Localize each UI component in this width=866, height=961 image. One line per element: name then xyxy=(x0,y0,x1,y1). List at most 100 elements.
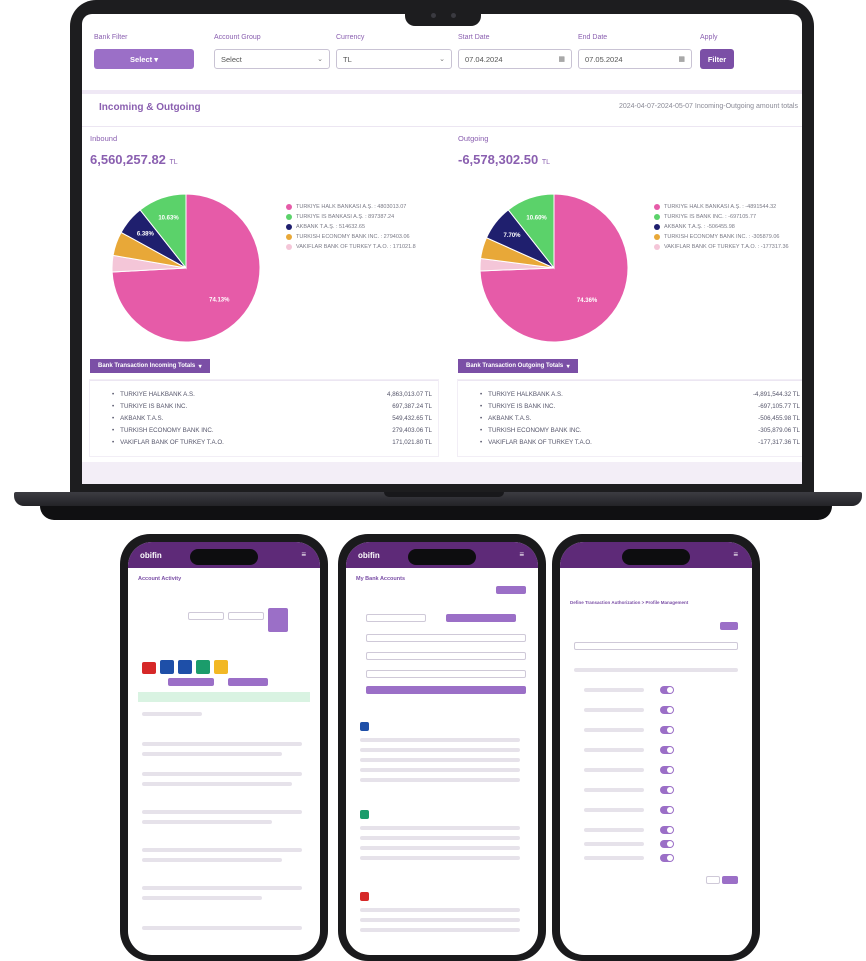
inbound-label: Inbound xyxy=(90,134,118,143)
section-header: Incoming & Outgoing 2024-04-07-2024-05-0… xyxy=(82,98,802,120)
totals-row: VAKIFLAR BANK OF TURKEY T.A.O. -177,317.3… xyxy=(480,439,800,446)
pie-slice-label: 6.38% xyxy=(137,232,155,238)
section-title: Incoming & Outgoing xyxy=(99,102,201,113)
inbound-totals-tab[interactable]: Bank Transaction Incoming Totals ▾ xyxy=(90,359,210,373)
legend-label: TURKIYE HALK BANKASI A.Ş. : -4891544.32 xyxy=(664,204,777,210)
legend-swatch xyxy=(286,214,292,220)
bank-name: AKBANK T.A.S. xyxy=(480,415,531,422)
bank-name: VAKIFLAR BANK OF TURKEY T.A.O. xyxy=(112,439,224,446)
pie-slice-label: 74.36% xyxy=(577,298,598,304)
legend-item[interactable]: TURKIYE IS BANK INC. : -697105.77 xyxy=(654,212,802,222)
legend-swatch xyxy=(654,214,660,220)
phone3-title: Define Transaction Authorization > Profi… xyxy=(570,600,689,605)
legend-item[interactable]: TURKIYE HALK BANKASI A.Ş. : -4891544.32 xyxy=(654,202,802,212)
currency-select[interactable]: TL ⌄ xyxy=(336,49,452,69)
phone-account-activity: obifin ≡ Account Activity xyxy=(120,534,328,961)
calendar-icon[interactable]: ▦ xyxy=(558,55,565,63)
start-date-input[interactable]: 07.04.2024 ▦ xyxy=(458,49,572,69)
legend-item[interactable]: TURKISH ECONOMY BANK INC. : 279403.06 xyxy=(286,232,446,242)
divider xyxy=(82,126,802,127)
end-date-input[interactable]: 07.05.2024 ▦ xyxy=(578,49,692,69)
inbound-total: 6,560,257.82 TL xyxy=(90,152,178,167)
totals-row: VAKIFLAR BANK OF TURKEY T.A.O. 171,021.80… xyxy=(112,439,432,446)
outgoing-label: Outgoing xyxy=(458,134,489,143)
legend-item[interactable]: VAKIFLAR BANK OF TURKEY T.A.O. : 171021.… xyxy=(286,242,446,252)
currency-label: Currency xyxy=(336,34,365,41)
pie-slice-label: 10.63% xyxy=(158,216,179,222)
end-date-label: End Date xyxy=(578,34,608,41)
hamburger-icon[interactable]: ≡ xyxy=(733,550,738,559)
totals-row: AKBANK T.A.S. -506,455.98 TL xyxy=(480,415,800,422)
legend-item[interactable]: AKBANK T.A.Ş. : 514632.65 xyxy=(286,222,446,232)
account-group-select[interactable]: Select ⌄ xyxy=(214,49,330,69)
footer-strip xyxy=(82,462,802,484)
legend-swatch xyxy=(654,244,660,250)
caret-down-icon: ▾ xyxy=(566,363,570,370)
bank-name: TURKIYE IS BANK INC. xyxy=(480,403,555,410)
totals-row: TURKISH ECONOMY BANK INC. -305,879.06 TL xyxy=(480,427,800,434)
start-date-group: Start Date 07.04.2024 ▦ xyxy=(458,34,572,69)
apply-label: Apply xyxy=(700,34,718,41)
totals-row: TURKIYE HALKBANK A.S. -4,891,544.32 TL xyxy=(480,391,800,398)
outgoing-legend: TURKIYE HALK BANKASI A.Ş. : -4891544.32 T… xyxy=(654,202,802,252)
calendar-icon[interactable]: ▦ xyxy=(678,55,685,63)
bank-filter-button[interactable]: Select ▾ xyxy=(94,49,194,69)
section-range: 2024-04-07-2024-05-07 Incoming-Outgoing … xyxy=(618,103,798,110)
inbound-pie-chart: 74.13% 6.38% 10.63% xyxy=(111,193,261,343)
totals-row: AKBANK T.A.S. 549,432.65 TL xyxy=(112,415,432,422)
inbound-totals-list: TURKIYE HALKBANK A.S.4,863,013.07 TLTURK… xyxy=(90,380,438,456)
legend-label: VAKIFLAR BANK OF TURKEY T.A.O. : 171021.… xyxy=(296,244,416,250)
bank-name: TURKIYE HALKBANK A.S. xyxy=(112,391,195,398)
brand-logo: obifin xyxy=(358,551,380,560)
filter-bar: Bank Filter Select ▾ Account Group Selec… xyxy=(94,34,794,86)
hamburger-icon[interactable]: ≡ xyxy=(519,550,524,559)
phone2-title: My Bank Accounts xyxy=(356,576,406,582)
bank-name: VAKIFLAR BANK OF TURKEY T.A.O. xyxy=(480,439,592,446)
outgoing-pie-chart: 74.36% 7.70% 10.60% xyxy=(479,193,629,343)
pie-slice-label: 10.60% xyxy=(526,216,547,222)
totals-row: TURKIYE IS BANK INC. 697,387.24 TL xyxy=(112,403,432,410)
bank-name: AKBANK T.A.S. xyxy=(112,415,163,422)
pie-slice-label: 7.70% xyxy=(503,233,521,239)
start-date-label: Start Date xyxy=(458,34,490,41)
bank-amount: 4,863,013.07 TL xyxy=(387,391,432,398)
legend-item[interactable]: TURKIYE HALK BANKASI A.Ş. : 4803013.07 xyxy=(286,202,446,212)
bank-name: TURKIYE HALKBANK A.S. xyxy=(480,391,563,398)
bank-amount: 171,021.80 TL xyxy=(392,439,432,446)
legend-label: TURKIYE IS BANK INC. : -697105.77 xyxy=(664,214,757,220)
legend-label: VAKIFLAR BANK OF TURKEY T.A.O. : -177317… xyxy=(664,244,789,250)
account-group-group: Account Group Select ⌄ xyxy=(214,34,330,69)
bank-amount: -697,105.77 TL xyxy=(758,403,800,410)
bank-name: TURKISH ECONOMY BANK INC. xyxy=(480,427,581,434)
chevron-down-icon: ⌄ xyxy=(439,56,445,63)
apply-group: Apply Filter xyxy=(700,34,734,69)
bank-amount: 279,403.06 TL xyxy=(392,427,432,434)
bank-amount: -177,317.36 TL xyxy=(758,439,800,446)
legend-item[interactable]: TURKISH ECONOMY BANK INC. : -305879.06 xyxy=(654,232,802,242)
laptop-base xyxy=(14,492,862,506)
account-group-label: Account Group xyxy=(214,34,261,41)
inbound-panel: Inbound 6,560,257.82 TL 74.13% 6.38% 10.63… xyxy=(82,134,438,474)
legend-label: TURKIYE IS BANKASI A.Ş. : 897387.24 xyxy=(296,214,395,220)
bank-filter-group: Bank Filter Select ▾ xyxy=(94,34,194,69)
phone1-title: Account Activity xyxy=(138,576,182,582)
outgoing-panel: Outgoing -6,578,302.50 TL 74.36% 7.70% 10.… xyxy=(450,134,802,474)
legend-item[interactable]: TURKIYE IS BANKASI A.Ş. : 897387.24 xyxy=(286,212,446,222)
legend-item[interactable]: AKBANK T.A.Ş. : -506455.98 xyxy=(654,222,802,232)
outgoing-totals-tab[interactable]: Bank Transaction Outgoing Totals ▾ xyxy=(458,359,578,373)
section-divider xyxy=(82,90,802,94)
legend-label: TURKISH ECONOMY BANK INC. : -305879.06 xyxy=(664,234,780,240)
bank-amount: -4,891,544.32 TL xyxy=(752,391,800,398)
camera-notch xyxy=(405,6,481,26)
outgoing-total: -6,578,302.50 TL xyxy=(458,152,551,167)
bank-filter-label: Bank Filter xyxy=(94,34,128,41)
hamburger-icon[interactable]: ≡ xyxy=(301,550,306,559)
brand-logo: obifin xyxy=(140,551,162,560)
bank-name: TURKIYE IS BANK INC. xyxy=(112,403,187,410)
bank-amount: -506,455.98 TL xyxy=(758,415,800,422)
phone-profile-management: ≡ Define Transaction Authorization > Pro… xyxy=(552,534,760,961)
filter-button[interactable]: Filter xyxy=(700,49,734,69)
totals-row: TURKIYE HALKBANK A.S. 4,863,013.07 TL xyxy=(112,391,432,398)
legend-item[interactable]: VAKIFLAR BANK OF TURKEY T.A.O. : -177317… xyxy=(654,242,802,252)
bank-name: TURKISH ECONOMY BANK INC. xyxy=(112,427,213,434)
